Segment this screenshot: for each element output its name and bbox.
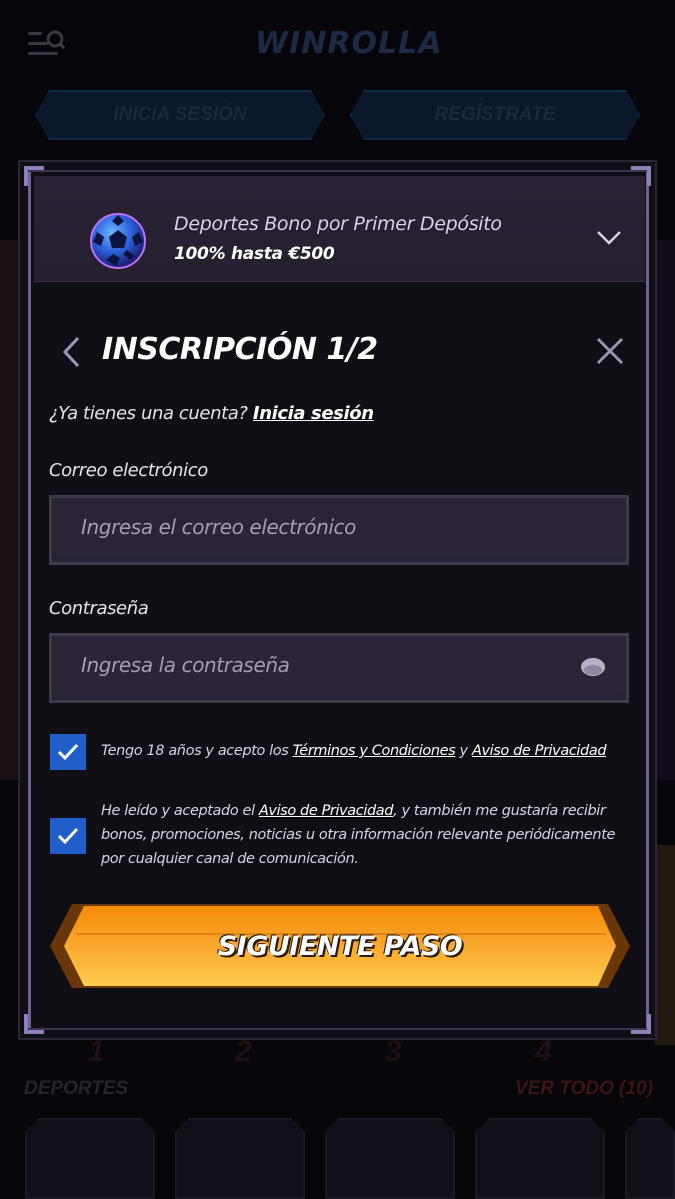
sports-section-header: DEPORTES VER TODO (10) xyxy=(0,1070,675,1110)
password-field-frame xyxy=(49,633,629,703)
terms-text: Tengo 18 años y acepto los Términos y Co… xyxy=(101,739,621,763)
login-link[interactable]: Inicia sesión xyxy=(253,403,374,424)
chevron-down-icon[interactable] xyxy=(594,226,624,248)
terms-checkbox[interactable] xyxy=(50,734,86,770)
password-input[interactable] xyxy=(55,636,623,694)
terms-text-part: Tengo 18 años y acepto los xyxy=(101,743,293,759)
register-button[interactable]: REGÍSTRATE xyxy=(350,90,640,140)
menu-search-icon[interactable] xyxy=(28,28,66,60)
frame-line xyxy=(646,170,649,1030)
soccer-ball-icon xyxy=(90,213,146,269)
game-tile[interactable] xyxy=(475,1118,605,1199)
checkmark-icon xyxy=(57,827,79,845)
rank-number: 1 xyxy=(88,1035,105,1068)
background-promo-right xyxy=(655,845,675,1045)
chevron-left-icon[interactable] xyxy=(58,334,86,370)
privacy-link[interactable]: Aviso de Privacidad xyxy=(259,803,394,819)
promo-subtitle: 100% hasta €500 xyxy=(174,244,335,264)
promo-title: Deportes Bono por Primer Depósito xyxy=(174,213,502,235)
privacy-link[interactable]: Aviso de Privacidad xyxy=(472,743,607,759)
marketing-text: He leído y aceptado el Aviso de Privacid… xyxy=(101,799,621,871)
have-account-text: ¿Ya tienes una cuenta? Inicia sesión xyxy=(49,403,374,424)
section-label: DEPORTES xyxy=(24,1078,129,1099)
modal-title: INSCRIPCIÓN 1/2 xyxy=(102,332,378,367)
email-input[interactable] xyxy=(55,498,623,556)
close-icon[interactable] xyxy=(595,336,625,366)
marketing-text-part: He leído y aceptado el xyxy=(101,803,259,819)
frame-corner xyxy=(631,1014,651,1034)
email-label: Correo electrónico xyxy=(49,460,208,481)
login-button[interactable]: INICIA SESIÓN xyxy=(35,90,325,140)
background-banner-right xyxy=(655,240,675,780)
frame-corner xyxy=(24,1014,44,1034)
next-step-button[interactable]: SIGUIENTE PASO xyxy=(50,902,630,990)
game-tile[interactable] xyxy=(325,1118,455,1199)
password-label: Contraseña xyxy=(49,598,149,619)
next-step-label: SIGUIENTE PASO xyxy=(217,930,463,962)
terms-link[interactable]: Términos y Condiciones xyxy=(293,743,456,759)
game-tile[interactable] xyxy=(25,1118,155,1199)
frame-line xyxy=(28,1028,649,1030)
checkmark-icon xyxy=(57,743,79,761)
see-all-link[interactable]: VER TODO (10) xyxy=(515,1078,653,1100)
frame-line xyxy=(28,170,649,172)
brand-logo: WINROLLA xyxy=(255,26,443,61)
frame-line xyxy=(28,170,31,1030)
bonus-promo-header[interactable]: Deportes Bono por Primer Depósito 100% h… xyxy=(34,176,645,282)
background-banner-left xyxy=(0,240,20,780)
terms-text-part: y xyxy=(455,743,472,759)
email-field-frame xyxy=(49,495,629,565)
rank-number: 2 xyxy=(235,1035,252,1068)
game-tile[interactable] xyxy=(625,1118,675,1199)
eye-icon[interactable] xyxy=(580,656,606,678)
marketing-checkbox[interactable] xyxy=(50,818,86,854)
registration-modal: Deportes Bono por Primer Depósito 100% h… xyxy=(18,160,657,1040)
game-tile[interactable] xyxy=(175,1118,305,1199)
rank-number: 4 xyxy=(535,1035,552,1068)
rank-number: 3 xyxy=(385,1035,402,1068)
have-account-label: ¿Ya tienes una cuenta? xyxy=(49,403,248,424)
